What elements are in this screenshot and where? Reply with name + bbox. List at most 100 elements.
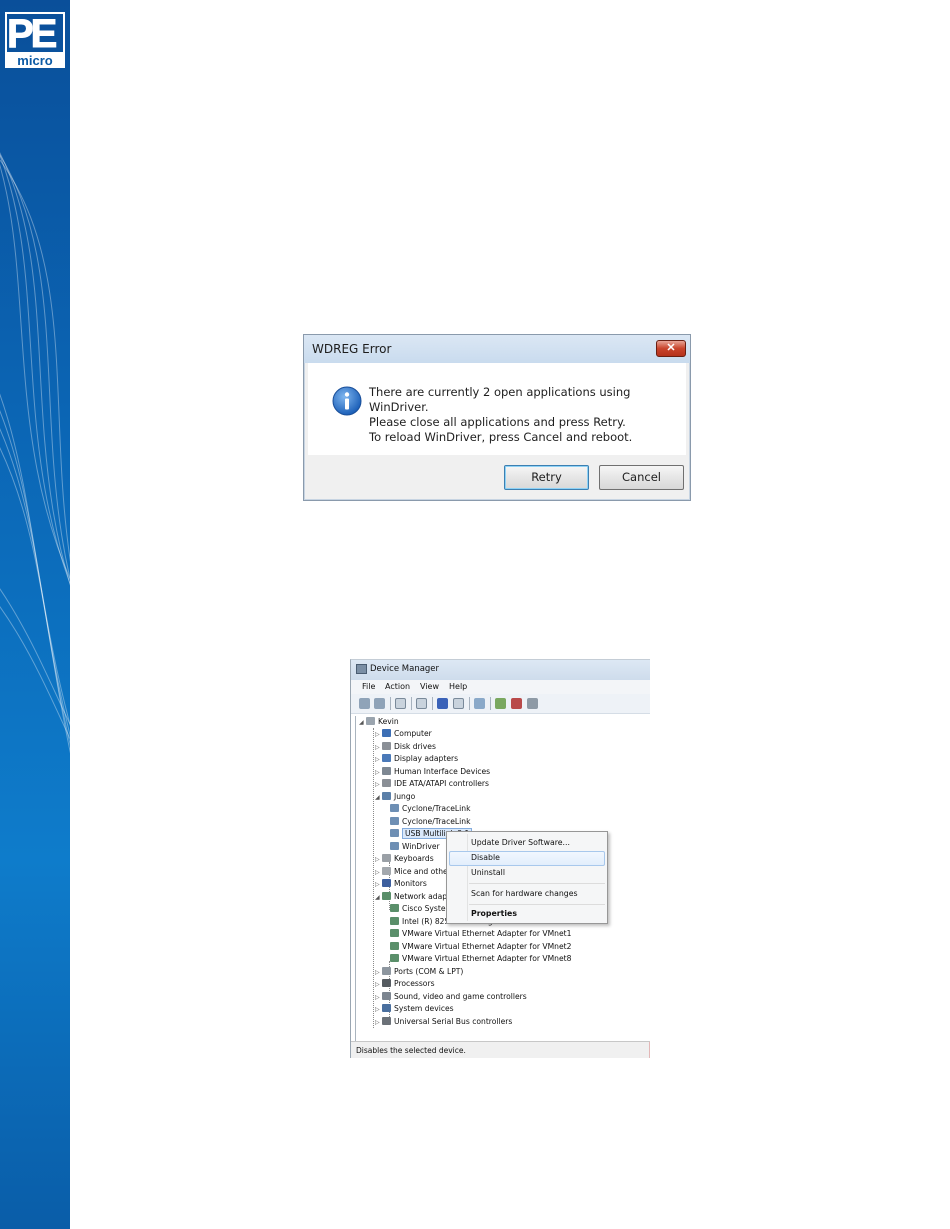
tree-item[interactable]: ▷ Keyboards — [375, 853, 434, 865]
tree-item[interactable]: ▷ IDE ATA/ATAPI controllers — [375, 778, 489, 790]
menu-item-uninstall[interactable]: Uninstall — [471, 868, 505, 877]
tree-item[interactable]: ▷ Human Interface Devices — [375, 766, 490, 778]
retry-button[interactable]: Retry — [504, 465, 589, 490]
cancel-button[interactable]: Cancel — [599, 465, 684, 490]
menu-help[interactable]: Help — [449, 682, 467, 691]
dialog-titlebar: WDREG Error ✕ — [304, 335, 690, 363]
tree-item[interactable]: Cyclone/TraceLink — [390, 803, 470, 815]
tree-item[interactable]: ▷ Ports (COM & LPT) — [375, 966, 463, 978]
device-icon — [390, 804, 399, 812]
info-icon — [332, 386, 362, 416]
update-driver-icon[interactable] — [495, 698, 506, 709]
decorative-sidebar: PE micro — [0, 0, 70, 1229]
menu-item-disable[interactable]: Disable — [471, 853, 500, 862]
tree-item[interactable]: VMware Virtual Ethernet Adapter for VMne… — [390, 953, 571, 965]
menu-item-update-driver[interactable]: Update Driver Software... — [471, 838, 570, 847]
tree-item[interactable]: VMware Virtual Ethernet Adapter for VMne… — [390, 928, 571, 940]
device-manager-title: Device Manager — [370, 664, 440, 674]
dialog-message: There are currently 2 open applications … — [369, 385, 686, 445]
computer-icon — [382, 729, 391, 737]
tree-label: Disk drives — [394, 742, 436, 751]
menu-item-scan-hardware[interactable]: Scan for hardware changes — [471, 889, 578, 898]
sound-icon — [382, 992, 391, 1000]
logo-micro-text: micro — [5, 54, 65, 68]
tree-item[interactable]: ▷ Processors — [375, 978, 435, 990]
network-adapter-icon — [390, 917, 399, 925]
menu-view[interactable]: View — [420, 682, 439, 691]
tree-item[interactable]: VMware Virtual Ethernet Adapter for VMne… — [390, 941, 571, 953]
tree-item[interactable]: ▷ Sound, video and game controllers — [375, 991, 527, 1003]
device-icon — [390, 842, 399, 850]
computer-icon — [366, 717, 375, 725]
tree-label: WinDriver — [402, 842, 440, 851]
tree-label: Sound, video and game controllers — [394, 992, 527, 1001]
jungo-icon — [382, 792, 391, 800]
pemicro-logo: PE micro — [5, 12, 65, 68]
mouse-icon — [382, 867, 391, 875]
view-icon[interactable] — [453, 698, 464, 709]
system-device-icon — [382, 1004, 391, 1012]
tree-item[interactable]: ◢ Jungo — [375, 791, 415, 803]
tree-label: Display adapters — [394, 754, 459, 763]
tree-item[interactable]: Cyclone/TraceLink — [390, 816, 470, 828]
menu-item-properties[interactable]: Properties — [471, 909, 517, 918]
status-bar: Disables the selected device. — [351, 1041, 650, 1058]
network-adapter-icon — [390, 904, 399, 912]
tree-label: VMware Virtual Ethernet Adapter for VMne… — [402, 929, 572, 938]
help-icon[interactable] — [437, 698, 448, 709]
network-adapter-icon — [390, 929, 399, 937]
tree-label: Computer — [394, 729, 432, 738]
tree-label: IDE ATA/ATAPI controllers — [394, 779, 489, 788]
usb-icon — [382, 1017, 391, 1025]
hid-icon — [382, 767, 391, 775]
port-icon — [382, 967, 391, 975]
dialog-body: There are currently 2 open applications … — [308, 363, 686, 455]
tree-item[interactable]: ▷ Monitors — [375, 878, 427, 890]
back-icon[interactable] — [359, 698, 370, 709]
tree-root[interactable]: ◢ Kevin — [359, 716, 399, 728]
tree-item[interactable]: WinDriver — [390, 841, 440, 853]
message-line: There are currently 2 open applications … — [369, 385, 631, 414]
tree-label: Cyclone/TraceLink — [402, 804, 471, 813]
tree-item[interactable]: ▷ System devices — [375, 1003, 454, 1015]
tree-item[interactable]: ▷ Disk drives — [375, 741, 436, 753]
message-line: Please close all applications and press … — [369, 415, 626, 429]
tree-label: Human Interface Devices — [394, 767, 491, 776]
forward-icon[interactable] — [374, 698, 385, 709]
device-manager-titlebar: Device Manager — [351, 660, 650, 680]
tree-item[interactable]: ▷ Display adapters — [375, 753, 458, 765]
tree-item[interactable]: ▷ Universal Serial Bus controllers — [375, 1016, 512, 1028]
dialog-title: WDREG Error — [312, 342, 392, 356]
disable-icon[interactable] — [527, 698, 538, 709]
processor-icon — [382, 979, 391, 987]
tree-label: Monitors — [394, 879, 427, 888]
tree-item[interactable]: ▷ Computer — [375, 728, 432, 740]
context-menu: Update Driver Software... Disable Uninst… — [446, 831, 608, 924]
tree-label: VMware Virtual Ethernet Adapter for VMne… — [402, 942, 572, 951]
menubar: File Action View Help — [351, 680, 650, 694]
network-adapter-icon — [390, 954, 399, 962]
scan-hardware-icon[interactable] — [474, 698, 485, 709]
uninstall-icon[interactable] — [511, 698, 522, 709]
status-text: Disables the selected device. — [356, 1046, 466, 1055]
disk-drive-icon — [382, 742, 391, 750]
keyboard-icon — [382, 854, 391, 862]
logo-pe-text: PE — [6, 12, 57, 56]
tree-label: Keyboards — [394, 854, 434, 863]
tree-label: Universal Serial Bus controllers — [394, 1017, 513, 1026]
wdreg-error-dialog: WDREG Error ✕ There are currently 2 open… — [303, 334, 691, 501]
toolbar — [351, 694, 650, 714]
tree-label: VMware Virtual Ethernet Adapter for VMne… — [402, 954, 572, 963]
tree-label: Kevin — [378, 717, 399, 726]
swirl-pattern — [0, 152, 70, 754]
network-adapter-icon — [382, 892, 391, 900]
menu-action[interactable]: Action — [385, 682, 410, 691]
menu-file[interactable]: File — [362, 682, 375, 691]
properties-icon[interactable] — [416, 698, 427, 709]
show-hide-tree-icon[interactable] — [395, 698, 406, 709]
close-button[interactable]: ✕ — [656, 340, 686, 357]
tree-label: System devices — [394, 1004, 454, 1013]
tree-label: Cyclone/TraceLink — [402, 817, 471, 826]
tree-label: Jungo — [394, 792, 416, 801]
device-manager-icon — [356, 664, 367, 674]
